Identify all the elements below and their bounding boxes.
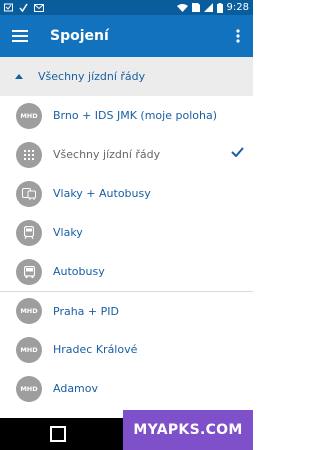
- status-bar: 9:28: [0, 0, 253, 15]
- timetable-list: MHD Brno + IDS JMK (moje poloha) Všechny…: [0, 96, 253, 408]
- mail-icon: [34, 3, 44, 12]
- mhd-badge-icon: MHD: [16, 375, 42, 402]
- list-item[interactable]: Autobusy: [0, 252, 253, 291]
- overflow-menu-button[interactable]: [223, 15, 253, 57]
- list-item[interactable]: MHD Brno + IDS JMK (moje poloha): [0, 96, 253, 135]
- train-icon: [16, 219, 42, 246]
- check-icon: [231, 147, 244, 157]
- battery-icon: [216, 2, 223, 13]
- mhd-badge-icon: MHD: [16, 336, 42, 363]
- signal-icon: [203, 3, 213, 12]
- list-item-label: Všechny jízdní řády: [53, 148, 161, 161]
- list-item-label: Adamov: [53, 382, 99, 395]
- bus-icon: [16, 258, 42, 285]
- status-time: 9:28: [226, 2, 249, 13]
- list-item-selected[interactable]: Všechny jízdní řády: [0, 135, 253, 174]
- mhd-badge-icon: MHD: [16, 298, 42, 324]
- list-item-label: Vlaky: [53, 226, 83, 239]
- section-label: Všechny jízdní řády: [38, 70, 146, 83]
- caret-up-icon: [0, 74, 38, 79]
- list-item-label: Praha + PID: [53, 304, 119, 318]
- menu-button[interactable]: [0, 15, 40, 57]
- list-item[interactable]: Vlaky + Autobusy: [0, 174, 253, 213]
- app-bar: Spojení: [0, 15, 253, 57]
- list-item-label: Autobusy: [53, 265, 105, 278]
- list-item-label: Brno + IDS JMK (moje poloha): [53, 109, 217, 122]
- sim-icon: [191, 3, 200, 12]
- list-item[interactable]: MHD Adamov: [0, 369, 253, 408]
- mhd-badge-icon: MHD: [16, 102, 42, 129]
- more-vert-icon: [236, 29, 240, 43]
- back-icon[interactable]: [0, 418, 1, 419]
- wifi-icon: [176, 4, 188, 12]
- check-notification-icon: [19, 3, 28, 12]
- list-item[interactable]: MHD Praha + PID: [0, 291, 253, 330]
- list-item-label: Hradec Králové: [53, 343, 138, 356]
- hamburger-icon: [12, 30, 28, 42]
- list-item-label: Vlaky + Autobusy: [53, 187, 151, 200]
- page-title: Spojení: [50, 28, 109, 44]
- grid-icon: [16, 141, 42, 168]
- watermark-logo: MYAPKS.COM: [123, 410, 253, 450]
- list-item[interactable]: Vlaky: [0, 213, 253, 252]
- section-header[interactable]: Všechny jízdní řády: [0, 57, 253, 96]
- train-bus-icon: [16, 180, 42, 207]
- recent-apps-icon[interactable]: [50, 426, 66, 442]
- list-item[interactable]: MHD Hradec Králové: [0, 330, 253, 369]
- notification-icon: [4, 3, 13, 12]
